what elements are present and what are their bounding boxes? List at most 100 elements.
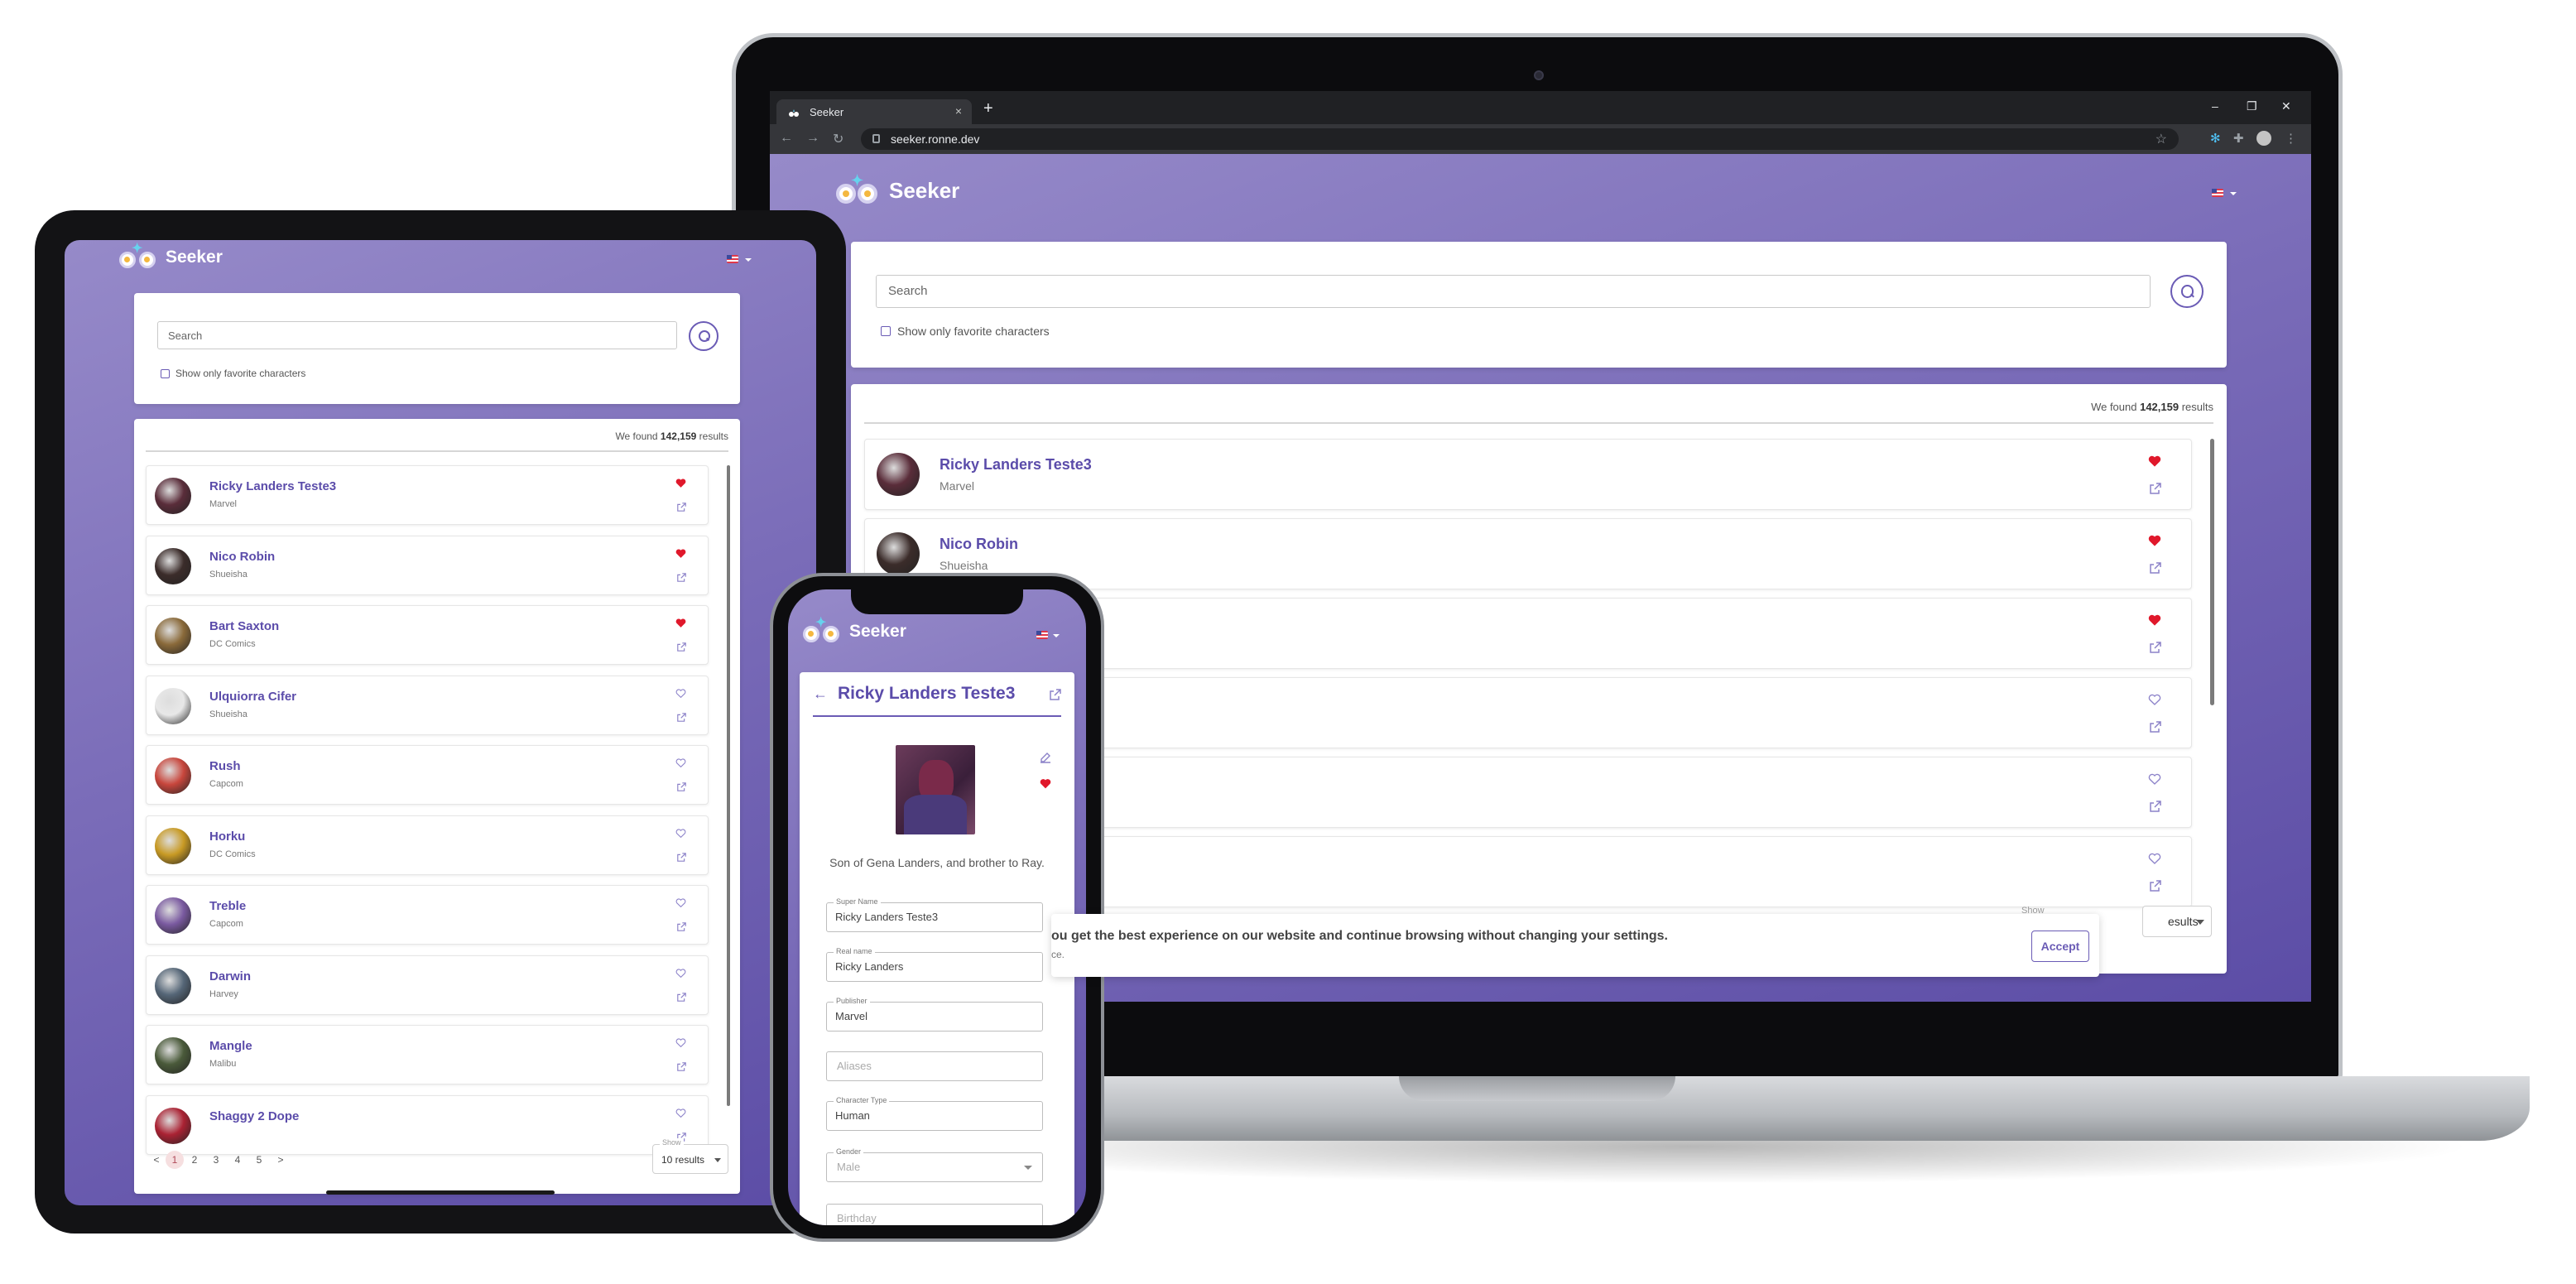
character-row[interactable]: Shaggy 2 Dope: [146, 1094, 709, 1155]
forward-icon[interactable]: →: [806, 131, 819, 146]
per-page-select[interactable]: esults: [2142, 906, 2212, 937]
page-5-button[interactable]: 5: [248, 1154, 270, 1166]
character-row[interactable]: Treble Capcom: [146, 885, 709, 945]
favorites-filter[interactable]: Show only favorite characters: [881, 325, 1050, 338]
new-tab-icon[interactable]: +: [983, 99, 993, 118]
favorite-heart-icon[interactable]: [675, 548, 686, 559]
list-scrollbar[interactable]: [2210, 439, 2214, 705]
character-row[interactable]: Ricky Landers Teste3 Marvel: [146, 465, 709, 525]
heart-outline-icon[interactable]: [675, 757, 686, 768]
favorite-heart-icon[interactable]: [2148, 534, 2161, 547]
character-row[interactable]: Horku DC Comics: [146, 815, 709, 875]
favorites-checkbox[interactable]: [161, 368, 170, 378]
character-name[interactable]: Ulquiorra Cifer: [209, 690, 296, 704]
prev-page-button[interactable]: <: [147, 1154, 166, 1166]
external-link-icon[interactable]: [677, 922, 686, 931]
heart-outline-icon[interactable]: [675, 1037, 686, 1048]
external-link-icon[interactable]: [2150, 721, 2161, 733]
gender-field[interactable]: Gender Male: [826, 1147, 1043, 1182]
favorite-heart-icon[interactable]: [2148, 454, 2161, 468]
character-name[interactable]: Bart Saxton: [209, 619, 279, 633]
react-devtools-icon[interactable]: ✻: [2210, 131, 2221, 146]
favorite-heart-icon[interactable]: [675, 618, 686, 628]
app-logo[interactable]: ✦ Seeker: [836, 172, 959, 204]
heart-outline-icon[interactable]: [2148, 852, 2161, 865]
character-name[interactable]: Horku: [209, 830, 245, 844]
app-logo[interactable]: ✦ Seeker: [119, 242, 223, 270]
per-page-select[interactable]: Show 10 results: [652, 1138, 728, 1174]
address-bar[interactable]: seeker.ronne.dev ☆: [861, 128, 2179, 150]
minimize-icon[interactable]: –: [2212, 99, 2218, 113]
favorite-heart-icon[interactable]: [675, 478, 686, 488]
character-name[interactable]: Nico Robin: [940, 536, 1018, 553]
character-name[interactable]: Ricky Landers Teste3: [209, 479, 336, 493]
heart-outline-icon[interactable]: [675, 1108, 686, 1118]
character-row[interactable]: Bart Saxton DC Comics: [146, 605, 709, 665]
super-name-field[interactable]: Super Name Ricky Landers Teste3: [826, 897, 1043, 932]
character-name[interactable]: Rush: [209, 759, 241, 773]
page-3-button[interactable]: 3: [205, 1154, 227, 1166]
character-row[interactable]: Darwin Harvey: [146, 955, 709, 1015]
reload-icon[interactable]: ↻: [833, 131, 843, 147]
real-name-field[interactable]: Real name Ricky Landers: [826, 947, 1043, 982]
character-row[interactable]: Ricky Landers Teste3 Marvel: [864, 439, 2192, 510]
external-link-icon[interactable]: [677, 782, 686, 791]
character-name[interactable]: Shaggy 2 Dope: [209, 1109, 299, 1123]
page-1-button[interactable]: 1: [166, 1151, 184, 1169]
character-name[interactable]: Darwin: [209, 969, 251, 983]
restore-icon[interactable]: ❐: [2247, 99, 2257, 113]
external-link-icon[interactable]: [2150, 801, 2161, 812]
extensions-puzzle-icon[interactable]: ✚: [2233, 131, 2244, 146]
search-button[interactable]: [689, 321, 718, 351]
language-caret-icon[interactable]: [2230, 192, 2237, 195]
character-name[interactable]: Ricky Landers Teste3: [940, 456, 1092, 474]
search-input[interactable]: Search: [157, 321, 677, 349]
external-link-icon[interactable]: [677, 992, 686, 1002]
character-row[interactable]: Rush Capcom: [146, 745, 709, 805]
us-flag-icon[interactable]: [1036, 631, 1048, 639]
page-2-button[interactable]: 2: [184, 1154, 205, 1166]
favorite-heart-icon[interactable]: [1040, 778, 1051, 789]
character-name[interactable]: Nico Robin: [209, 550, 275, 564]
us-flag-icon[interactable]: [2212, 189, 2223, 197]
external-link-icon[interactable]: [2150, 483, 2161, 494]
heart-outline-icon[interactable]: [675, 968, 686, 979]
heart-outline-icon[interactable]: [2148, 693, 2161, 706]
close-tab-icon[interactable]: ×: [955, 104, 962, 118]
external-link-icon[interactable]: [2150, 880, 2161, 892]
back-arrow-icon[interactable]: ←: [813, 685, 828, 703]
back-icon[interactable]: ←: [780, 131, 793, 146]
favorites-checkbox[interactable]: [881, 326, 891, 336]
profile-avatar-icon[interactable]: [2256, 131, 2271, 146]
heart-outline-icon[interactable]: [675, 828, 686, 839]
heart-outline-icon[interactable]: [2148, 772, 2161, 786]
character-name[interactable]: Mangle: [209, 1039, 252, 1053]
bookmark-star-icon[interactable]: ☆: [2155, 131, 2167, 147]
aliases-field[interactable]: Aliases: [826, 1051, 1043, 1081]
external-link-icon[interactable]: [2150, 642, 2161, 653]
character-type-field[interactable]: Character Type Human: [826, 1096, 1043, 1131]
character-row[interactable]: Mangle Malibu: [146, 1025, 709, 1084]
close-window-icon[interactable]: ✕: [2281, 99, 2291, 113]
character-row[interactable]: Nico Robin Shueisha: [146, 535, 709, 595]
external-link-icon[interactable]: [677, 642, 686, 652]
favorites-filter[interactable]: Show only favorite characters: [161, 368, 305, 379]
browser-tab[interactable]: Seeker ×: [776, 99, 972, 124]
character-row[interactable]: Ulquiorra Cifer Shueisha: [146, 675, 709, 735]
publisher-field[interactable]: Publisher Marvel: [826, 997, 1043, 1032]
birthday-field[interactable]: Birthday: [826, 1204, 1043, 1225]
next-page-button[interactable]: >: [270, 1154, 291, 1166]
chrome-menu-icon[interactable]: ⋮: [2285, 131, 2297, 146]
favorite-heart-icon[interactable]: [2148, 613, 2161, 627]
external-link-icon[interactable]: [677, 572, 686, 582]
page-4-button[interactable]: 4: [227, 1154, 248, 1166]
accept-cookies-button[interactable]: Accept: [2031, 931, 2089, 962]
external-link-icon[interactable]: [677, 503, 686, 512]
language-caret-icon[interactable]: [745, 258, 752, 262]
list-scrollbar[interactable]: [727, 465, 730, 1106]
external-link-icon[interactable]: [1050, 689, 1061, 700]
heart-outline-icon[interactable]: [675, 688, 686, 699]
app-logo[interactable]: ✦ Seeker: [803, 616, 906, 644]
character-name[interactable]: Treble: [209, 899, 246, 913]
external-link-icon[interactable]: [2150, 562, 2161, 574]
